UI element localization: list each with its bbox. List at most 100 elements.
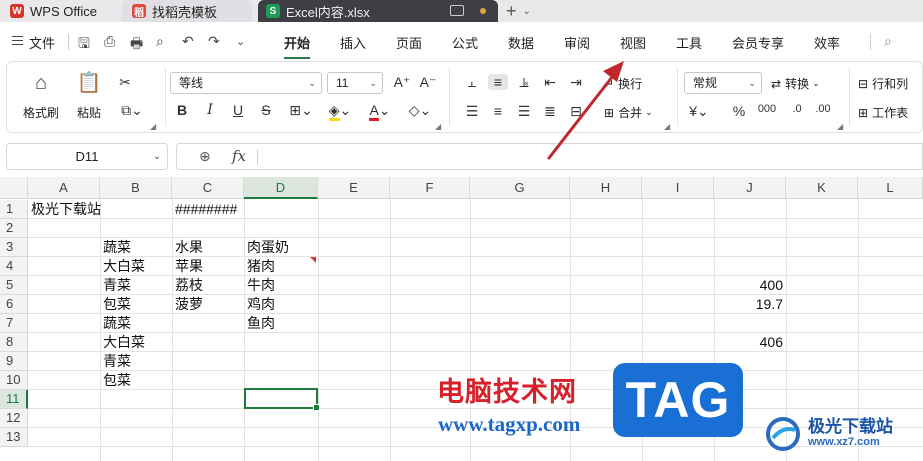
column-header[interactable]: A [28,177,100,199]
bold-button[interactable]: B [172,102,192,118]
cell-C4[interactable]: 苹果 [172,257,203,276]
zoom-icon[interactable]: ⊕ [199,148,211,165]
redo-icon[interactable]: ↷ [208,33,220,50]
cell-B7[interactable]: 蔬菜 [100,314,131,333]
percent-button[interactable]: % [729,103,749,119]
row-header[interactable]: 13 [0,428,28,447]
active-cell-D11[interactable] [244,388,320,411]
row-header[interactable]: 11 [0,390,28,409]
save-icon[interactable]: 🖫 [78,33,90,57]
merge-cells-button[interactable]: ⊞ 合并 ⌄ [604,104,653,121]
row-header[interactable]: 8 [0,333,28,352]
shrink-font-icon[interactable]: A⁻ [418,74,438,91]
increase-decimal-icon[interactable]: .0 [787,103,807,115]
chevron-down-icon[interactable]: ⌄ [523,6,531,17]
font-color-icon[interactable]: A⌄ [365,102,395,121]
column-header[interactable]: D [244,177,318,199]
wrap-text-button[interactable]: ↵ 换行 [604,75,642,92]
currency-button[interactable]: ¥⌄ [687,103,711,120]
tab-home[interactable]: 开始 [284,33,310,52]
align-middle-icon[interactable]: ≡ [488,74,508,90]
row-header[interactable]: 2 [0,219,28,238]
cell-C5[interactable]: 荔枝 [172,276,203,295]
cell-D7[interactable]: 鱼肉 [244,314,275,333]
fill-color-icon[interactable]: ◈⌄ [325,102,355,121]
copy-icon[interactable]: ⧉⌄ [115,102,149,119]
tab-review[interactable]: 审阅 [564,33,590,52]
cell-B10[interactable]: 包菜 [100,371,131,390]
row-header[interactable]: 5 [0,276,28,295]
cell-D4[interactable]: 猪肉 [244,257,275,276]
file-menu[interactable]: 文件 [29,33,55,52]
row-header[interactable]: 3 [0,238,28,257]
column-header[interactable]: H [570,177,642,199]
row-column-button[interactable]: ⊟ 行和列 [858,75,908,92]
tab-data[interactable]: 数据 [508,33,534,52]
italic-button[interactable]: I [200,102,220,118]
number-expand-icon[interactable]: ◢ [837,122,843,131]
font-name-select[interactable]: 等线 ⌄ [170,72,322,94]
tab-excel-file[interactable]: S Excel内容.xlsx [258,0,498,22]
tab-formula[interactable]: 公式 [452,33,478,52]
alignment-expand-icon[interactable]: ◢ [664,122,670,131]
chevron-down-icon[interactable]: ⌄ [153,144,161,169]
cell-B6[interactable]: 包菜 [100,295,131,314]
cell-J8[interactable]: 406 [714,333,786,352]
strikethrough-button[interactable]: S [256,102,276,118]
cell-A1[interactable]: 极光下载站 [28,200,101,219]
row-header[interactable]: 7 [0,314,28,333]
align-top-icon[interactable]: ⫠ [462,74,482,91]
border-icon[interactable]: ⊞⌄ [286,102,316,119]
align-right-icon[interactable]: ☰ [514,103,534,120]
row-header[interactable]: 9 [0,352,28,371]
worksheet-button[interactable]: ⊞ 工作表 [858,104,908,121]
fx-icon[interactable]: fx [232,147,246,165]
tab-wps-office[interactable]: W WPS Office [10,0,115,22]
print-preview-icon[interactable]: ⌕ [156,33,164,50]
column-header[interactable]: C [172,177,244,199]
row-header[interactable]: 10 [0,371,28,390]
name-box[interactable]: D11 ⌄ [6,143,168,170]
clear-format-icon[interactable]: ◇⌄ [405,102,435,119]
tab-insert[interactable]: 插入 [340,33,366,52]
distribute-icon[interactable]: ⊟ [566,103,586,120]
column-header[interactable]: E [318,177,390,199]
search-icon[interactable]: ⌕ [884,33,892,50]
tab-tools[interactable]: 工具 [676,33,702,52]
row-header[interactable]: 4 [0,257,28,276]
align-center-icon[interactable]: ≡ [488,103,508,119]
comment-indicator-icon[interactable] [310,257,316,263]
clipboard-expand-icon[interactable]: ◢ [150,122,156,131]
cell-B9[interactable]: 青菜 [100,352,131,371]
new-tab-button[interactable]: + ⌄ [506,0,531,22]
cell-D6[interactable]: 鸡肉 [244,295,275,314]
cell-J5[interactable]: 400 [714,276,786,295]
cell-B5[interactable]: 青菜 [100,276,131,295]
cell-B4[interactable]: 大白菜 [100,257,145,276]
grow-font-icon[interactable]: A⁺ [392,74,412,91]
column-header[interactable]: G [470,177,570,199]
column-header[interactable]: J [714,177,786,199]
column-header[interactable]: B [100,177,172,199]
undo-icon[interactable]: ↶ [182,33,194,50]
font-size-select[interactable]: 11 ⌄ [327,72,383,94]
quick-access-dropdown-icon[interactable]: ⌄ [236,35,245,48]
cell-B8[interactable]: 大白菜 [100,333,145,352]
row-header[interactable]: 1 [0,200,28,219]
thousands-separator-icon[interactable]: 000 [757,103,777,115]
column-header[interactable]: K [786,177,858,199]
align-bottom-icon[interactable]: ⫡ [514,74,534,91]
hamburger-icon[interactable] [12,36,23,45]
column-header[interactable]: F [390,177,470,199]
cut-icon[interactable]: ✂ [115,74,135,91]
cell-C6[interactable]: 菠萝 [172,295,203,314]
tab-view[interactable]: 视图 [620,33,646,52]
tab-page[interactable]: 页面 [396,33,422,52]
decrease-indent-icon[interactable]: ⇤ [540,74,560,91]
cell-D3[interactable]: 肉蛋奶 [244,238,289,257]
tab-member[interactable]: 会员专享 [732,33,784,52]
font-expand-icon[interactable]: ◢ [435,122,441,131]
column-header[interactable]: L [858,177,923,199]
cell-C3[interactable]: 水果 [172,238,203,257]
column-header[interactable]: I [642,177,714,199]
